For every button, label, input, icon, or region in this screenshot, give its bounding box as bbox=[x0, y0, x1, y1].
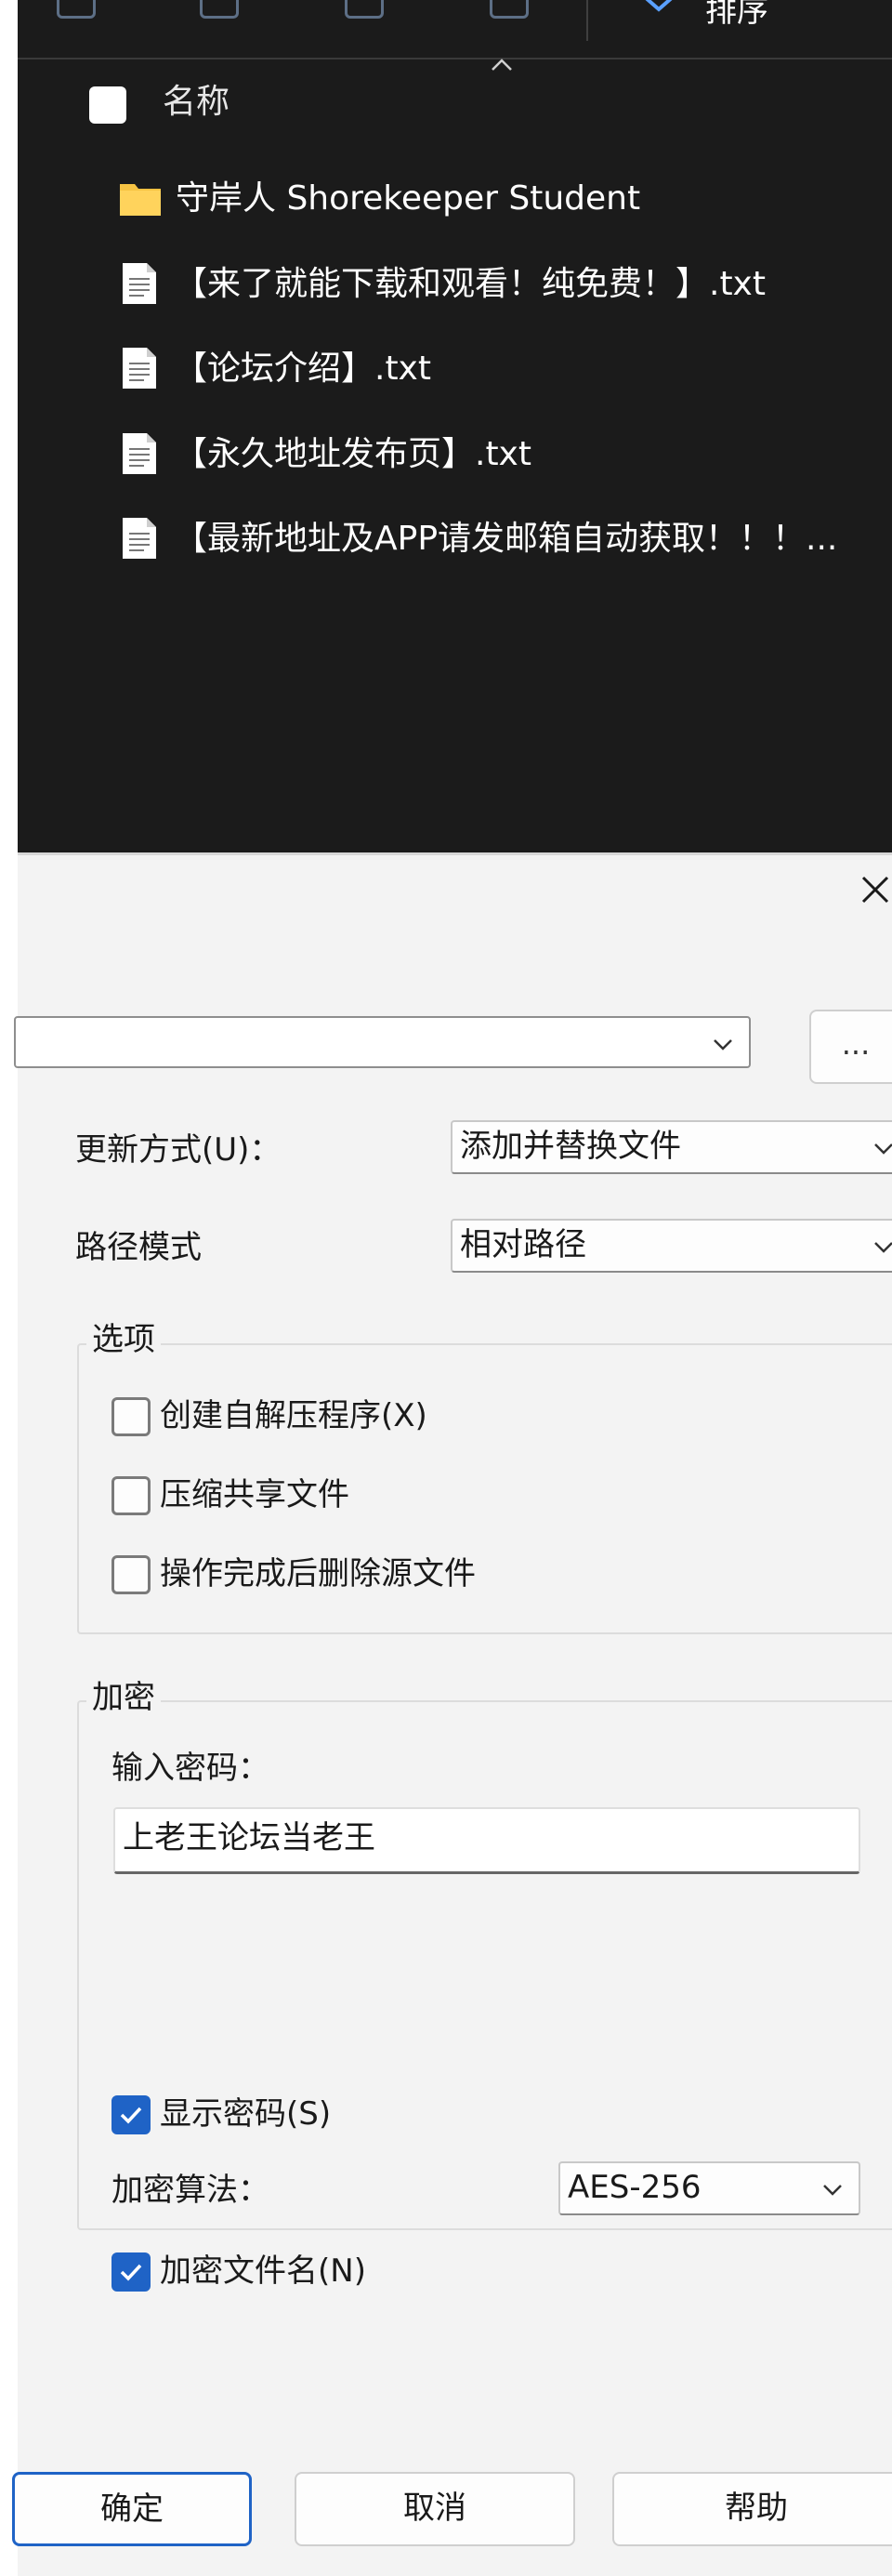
path-mode-value: 相对路径 bbox=[460, 1226, 586, 1263]
create-sfx-label: 创建自解压程序(X) bbox=[160, 1397, 427, 1434]
sort-icon[interactable] bbox=[640, 0, 677, 15]
file-name: 【永久地址发布页】.txt bbox=[174, 435, 531, 473]
explorer-toolbar: 排序 bbox=[18, 0, 892, 59]
file-row[interactable]: 【论坛介绍】.txt bbox=[18, 337, 892, 404]
help-button[interactable]: 帮助 bbox=[612, 2472, 892, 2546]
create-sfx-checkbox[interactable] bbox=[112, 1397, 151, 1436]
path-mode-select[interactable]: 相对路径 bbox=[451, 1219, 892, 1273]
select-all-checkbox[interactable] bbox=[89, 86, 126, 124]
show-password-checkbox[interactable] bbox=[112, 2095, 151, 2134]
chevron-down-icon bbox=[714, 1039, 732, 1050]
text-file-icon bbox=[123, 263, 156, 304]
text-file-icon bbox=[123, 433, 156, 474]
update-mode-select[interactable]: 添加并替换文件 bbox=[451, 1120, 892, 1174]
checkmark-icon bbox=[120, 2264, 142, 2281]
text-file-icon bbox=[123, 348, 156, 389]
browse-button[interactable]: ... bbox=[809, 1010, 892, 1084]
file-name: 【论坛介绍】.txt bbox=[174, 350, 431, 388]
path-mode-label: 路径模式 bbox=[75, 1229, 202, 1266]
file-name: 守岸人 Shorekeeper Student bbox=[176, 179, 641, 218]
share-icon[interactable] bbox=[345, 0, 384, 19]
sort-ascending-icon bbox=[492, 59, 512, 71]
compress-shared-checkbox[interactable] bbox=[112, 1476, 151, 1515]
name-column-header[interactable]: 名称 bbox=[163, 80, 230, 125]
file-row[interactable]: 【最新地址及APP请发邮箱自动获取！！！... bbox=[18, 508, 892, 575]
file-name: 【来了就能下载和观看！纯免费！】.txt bbox=[174, 265, 766, 303]
encryption-algorithm-value: AES-256 bbox=[568, 2169, 702, 2206]
delete-source-checkbox[interactable] bbox=[112, 1555, 151, 1594]
encryption-algorithm-label: 加密算法： bbox=[112, 2172, 269, 2209]
encrypt-filenames-label: 加密文件名(N) bbox=[160, 2252, 366, 2290]
password-input[interactable]: 上老王论坛当老王 bbox=[113, 1807, 860, 1874]
archive-options-dialog: ... 更新方式(U)： 添加并替换文件 路径模式 相对路径 选项 创建自解压程… bbox=[12, 852, 892, 2576]
ok-button[interactable]: 确定 bbox=[12, 2472, 252, 2546]
encryption-algorithm-select[interactable]: AES-256 bbox=[558, 2161, 860, 2215]
chevron-down-icon bbox=[823, 2185, 842, 2196]
encrypt-filenames-option[interactable]: 加密文件名(N) bbox=[112, 2249, 483, 2293]
update-mode-label: 更新方式(U)： bbox=[75, 1131, 282, 1169]
password-label: 输入密码： bbox=[112, 1750, 269, 1787]
left-window-edge bbox=[0, 0, 18, 2576]
sort-button-label[interactable]: 排序 bbox=[705, 0, 768, 31]
text-file-icon bbox=[123, 518, 156, 559]
file-row[interactable]: 【来了就能下载和观看！纯免费！】.txt bbox=[18, 253, 892, 320]
chevron-down-icon bbox=[874, 1242, 892, 1253]
delete-icon[interactable] bbox=[490, 0, 529, 19]
file-explorer-panel: 排序 名称 守岸人 Shorekeeper Student 【来了就能下载和观看… bbox=[18, 0, 892, 852]
toolbar-separator bbox=[586, 0, 588, 41]
cancel-button[interactable]: 取消 bbox=[295, 2472, 575, 2546]
checkmark-icon bbox=[120, 2107, 142, 2124]
close-icon[interactable] bbox=[859, 874, 891, 905]
archive-path-combobox[interactable] bbox=[14, 1016, 751, 1068]
folder-row[interactable]: 守岸人 Shorekeeper Student bbox=[18, 167, 892, 234]
file-row[interactable]: 【永久地址发布页】.txt bbox=[18, 423, 892, 490]
delete-source-label: 操作完成后删除源文件 bbox=[160, 1555, 476, 1592]
options-group-title: 选项 bbox=[86, 1318, 161, 1361]
file-name: 【最新地址及APP请发邮箱自动获取！！！... bbox=[174, 520, 838, 558]
paste-icon[interactable] bbox=[200, 0, 239, 19]
show-password-label: 显示密码(S) bbox=[160, 2095, 332, 2133]
chevron-down-icon bbox=[874, 1143, 892, 1155]
encryption-group-title: 加密 bbox=[86, 1676, 161, 1719]
create-sfx-option[interactable]: 创建自解压程序(X) bbox=[112, 1394, 669, 1438]
update-mode-value: 添加并替换文件 bbox=[460, 1128, 681, 1165]
compress-shared-option[interactable]: 压缩共享文件 bbox=[112, 1473, 669, 1517]
compress-shared-label: 压缩共享文件 bbox=[160, 1476, 349, 1513]
delete-source-option[interactable]: 操作完成后删除源文件 bbox=[112, 1552, 669, 1596]
show-password-option[interactable]: 显示密码(S) bbox=[112, 2092, 483, 2136]
copy-icon[interactable] bbox=[57, 0, 96, 19]
encrypt-filenames-checkbox[interactable] bbox=[112, 2252, 151, 2292]
folder-icon bbox=[120, 184, 161, 216]
